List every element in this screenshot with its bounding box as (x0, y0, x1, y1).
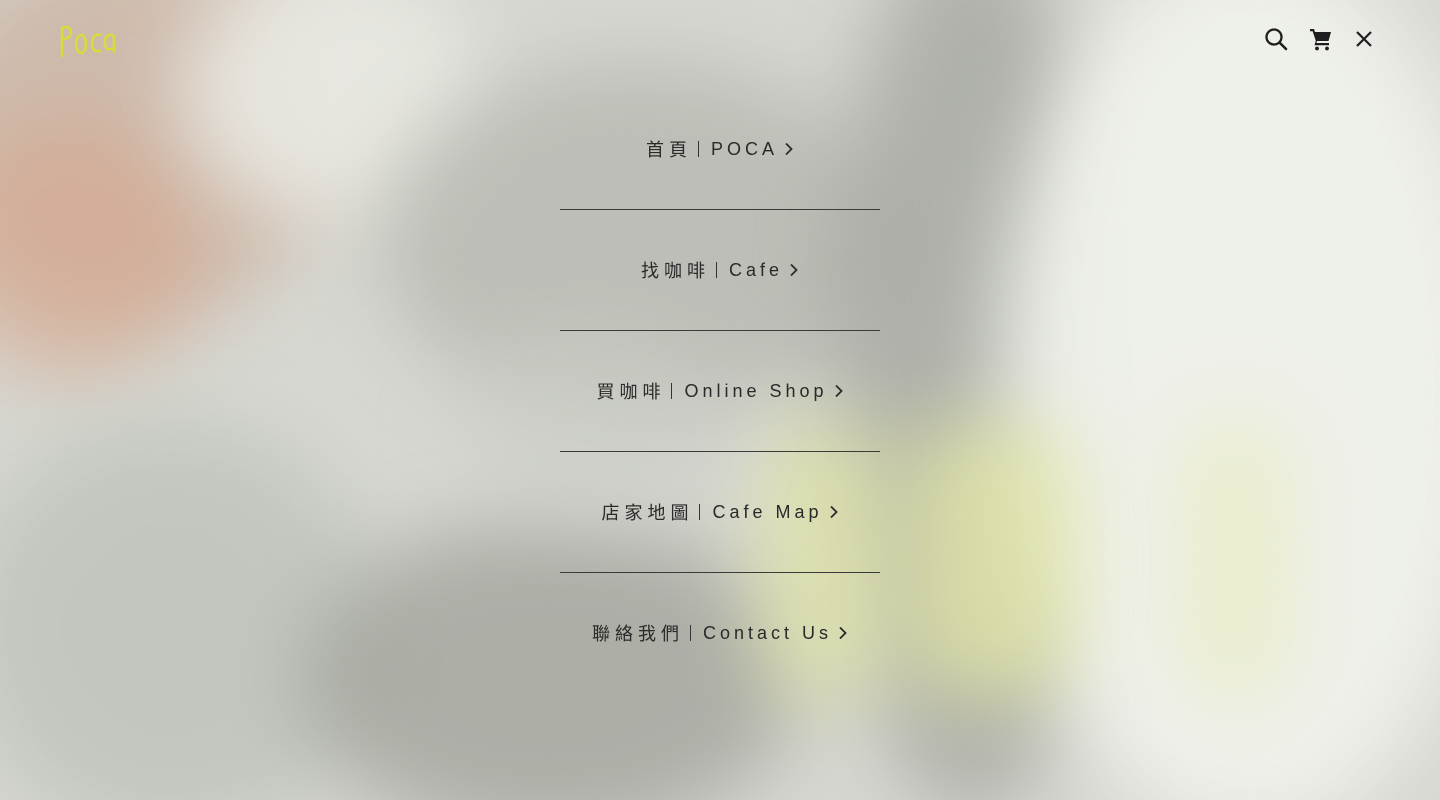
menu-item-home[interactable]: 首頁 POCA (560, 89, 880, 210)
menu-item-online-shop[interactable]: 買咖啡 Online Shop (560, 331, 880, 452)
chevron-right-icon (789, 263, 799, 277)
header (0, 0, 1440, 80)
menu-item-label-en: POCA (710, 138, 778, 159)
menu-item-label-en: Cafe (728, 259, 784, 280)
menu-item-label-zh: 店家地圖 (601, 503, 694, 524)
chevron-right-icon (784, 142, 794, 156)
menu-separator (697, 141, 699, 157)
chevron-right-icon (838, 626, 848, 640)
chevron-right-icon (834, 384, 844, 398)
menu-item-label-en: Contact Us (702, 622, 833, 643)
menu-separator (699, 504, 701, 520)
menu-item-label-zh: 聯絡我們 (591, 624, 684, 645)
menu-separator (689, 625, 691, 641)
menu-separator (715, 262, 717, 278)
menu-item-label-zh: 找咖啡 (640, 261, 710, 282)
main-menu: 首頁 POCA 找咖啡 Cafe 買咖啡 Online Shop 店家地圖 Ca… (560, 89, 880, 693)
menu-item-cafe[interactable]: 找咖啡 Cafe (560, 210, 880, 331)
menu-item-label-en: Online Shop (684, 380, 828, 401)
menu-item-contact[interactable]: 聯絡我們 Contact Us (560, 573, 880, 693)
menu-item-label-zh: 買咖啡 (596, 382, 666, 403)
menu-item-label-zh: 首頁 (645, 140, 692, 161)
menu-item-label-en: Cafe Map (712, 501, 823, 522)
logo-mark (60, 25, 116, 58)
cart-icon[interactable] (1306, 24, 1336, 54)
search-icon[interactable] (1261, 24, 1291, 54)
menu-item-cafe-map[interactable]: 店家地圖 Cafe Map (560, 452, 880, 573)
menu-separator (671, 383, 673, 399)
poca-logo[interactable] (58, 22, 120, 60)
close-icon[interactable] (1349, 24, 1379, 54)
chevron-right-icon (829, 505, 839, 519)
